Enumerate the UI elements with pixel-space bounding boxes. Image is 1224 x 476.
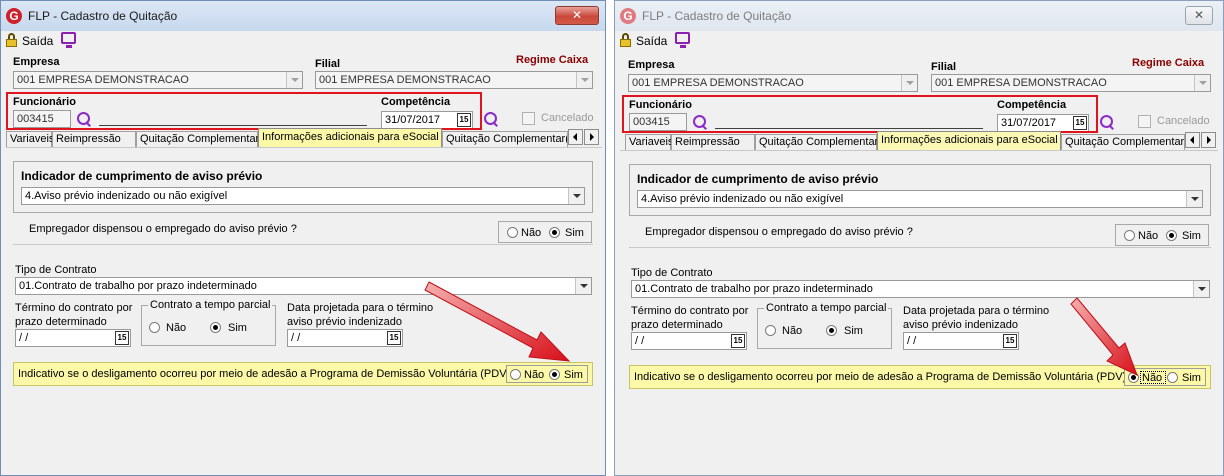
window-left: G FLP - Cadastro de Quitação ✕ Saída Emp… (0, 0, 606, 476)
annotation-arrow (424, 281, 571, 362)
window-right: G FLP - Cadastro de Quitação ✕ Saída Emp… (614, 0, 1224, 476)
annotation-arrow (1070, 297, 1138, 376)
